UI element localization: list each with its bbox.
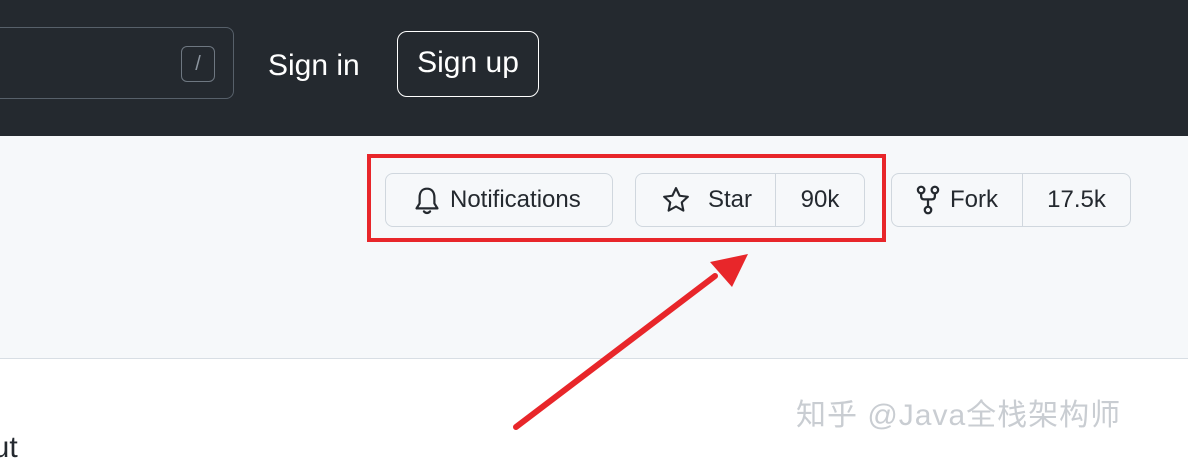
fork-button[interactable]: Fork <box>892 174 1023 226</box>
sign-up-button[interactable]: Sign up <box>397 31 539 97</box>
fork-label: Fork <box>950 186 998 213</box>
fork-button-group: Fork 17.5k <box>891 173 1131 227</box>
bell-icon <box>415 187 439 215</box>
star-label: Star <box>708 186 753 213</box>
repo-forked-icon <box>916 185 940 215</box>
notifications-button[interactable]: Notifications <box>385 173 613 227</box>
star-icon <box>663 187 689 212</box>
watermark: 知乎 @Java全栈架构师 <box>796 399 1122 432</box>
sign-in-link[interactable]: Sign in <box>268 44 360 88</box>
about-heading: out <box>0 431 18 464</box>
repo-header-bar <box>0 136 1188 358</box>
top-header: / Sign in Sign up <box>0 0 1188 136</box>
star-button[interactable]: Star <box>636 174 776 226</box>
github-repo-page: / Sign in Sign up Notifications Star 90k <box>0 0 1188 464</box>
search-shortcut-key: / <box>181 46 215 82</box>
fork-count[interactable]: 17.5k <box>1023 174 1130 226</box>
star-count[interactable]: 90k <box>776 174 864 226</box>
star-button-group: Star 90k <box>635 173 865 227</box>
notifications-label: Notifications <box>450 186 581 213</box>
